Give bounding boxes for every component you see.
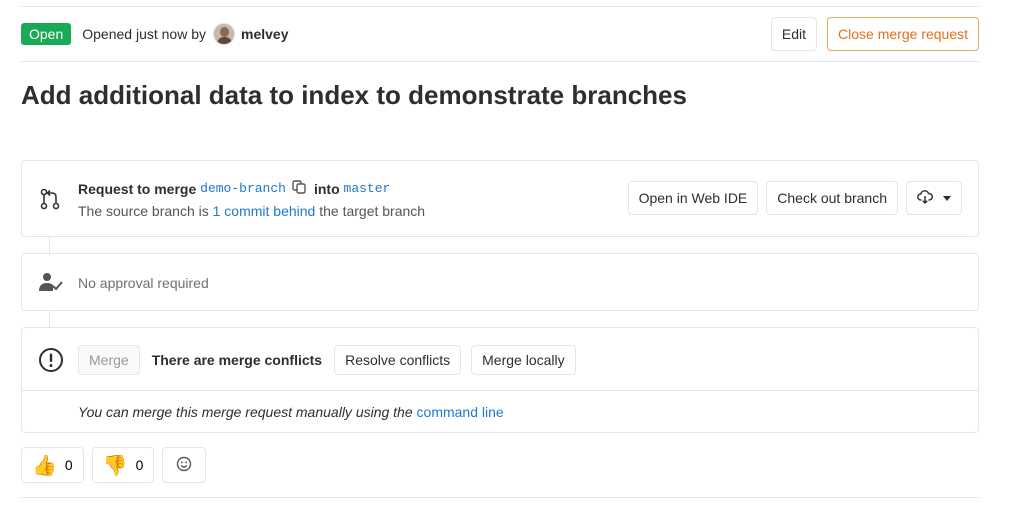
widget-connector xyxy=(49,311,50,327)
merge-locally-button[interactable]: Merge locally xyxy=(471,345,576,375)
source-status-suffix: the target branch xyxy=(319,203,426,219)
thumbs-down-award-button[interactable]: 👎 0 xyxy=(91,447,155,483)
user-check-icon xyxy=(39,272,63,295)
merge-info-actions: Open in Web IDE Check out branch xyxy=(627,181,962,215)
approval-text: No approval required xyxy=(78,275,209,291)
commits-behind-link[interactable]: 1 commit behind xyxy=(213,203,316,219)
page-title: Add additional data to index to demonstr… xyxy=(21,80,687,110)
merge-actions-row: Merge There are merge conflicts Resolve … xyxy=(78,345,576,375)
download-dropdown-button[interactable] xyxy=(906,181,962,215)
manual-merge-hint: You can merge this merge request manuall… xyxy=(78,404,504,420)
merge-info-widget: Request to merge demo-branch into master… xyxy=(21,160,979,237)
manual-merge-text: You can merge this merge request manuall… xyxy=(78,404,413,420)
approval-widget: No approval required xyxy=(21,253,979,311)
command-line-link[interactable]: command line xyxy=(417,404,504,420)
cloud-download-icon xyxy=(917,189,934,208)
widget-connector xyxy=(49,237,50,253)
warning-icon xyxy=(38,347,64,376)
thumbs-up-count: 0 xyxy=(64,457,73,473)
check-out-branch-button[interactable]: Check out branch xyxy=(766,181,898,215)
close-merge-request-button[interactable]: Close merge request xyxy=(827,17,979,51)
merge-conflict-text: There are merge conflicts xyxy=(151,352,323,368)
header-divider xyxy=(21,61,979,62)
bottom-divider xyxy=(21,497,979,498)
avatar[interactable] xyxy=(213,23,235,45)
request-to-merge-label: Request to merge xyxy=(78,180,197,197)
source-branch-link[interactable]: demo-branch xyxy=(200,181,286,196)
branch-status-line: The source branch is 1 commit behind the… xyxy=(78,203,425,219)
merge-branches-line: Request to merge demo-branch into master xyxy=(78,180,390,197)
status-badge: Open xyxy=(21,23,72,45)
header-actions: Edit Close merge request xyxy=(770,17,979,51)
merge-widget: Merge There are merge conflicts Resolve … xyxy=(21,327,979,433)
author-link[interactable]: melvey xyxy=(241,26,288,42)
mr-header: Open Opened just now by melvey Edit Clos… xyxy=(21,17,979,51)
thumbs-up-award-button[interactable]: 👍 0 xyxy=(21,447,84,483)
chevron-down-icon xyxy=(943,195,951,201)
top-divider xyxy=(21,6,979,7)
resolve-conflicts-button[interactable]: Resolve conflicts xyxy=(334,345,462,375)
award-emoji-bar: 👍 0 👎 0 xyxy=(21,447,207,483)
git-merge-icon xyxy=(40,188,60,213)
thumbs-down-count: 0 xyxy=(135,457,144,473)
into-label: into xyxy=(313,180,340,197)
open-web-ide-button[interactable]: Open in Web IDE xyxy=(627,181,759,215)
add-reaction-button[interactable] xyxy=(162,447,207,483)
target-branch-link[interactable]: master xyxy=(344,181,391,196)
copy-branch-icon[interactable] xyxy=(292,180,306,197)
thumbs-down-icon: 👎 xyxy=(102,453,128,477)
merge-button[interactable]: Merge xyxy=(78,345,140,375)
thumbs-up-icon: 👍 xyxy=(32,453,57,477)
source-status-prefix: The source branch is xyxy=(78,203,209,219)
smiley-icon xyxy=(176,456,192,475)
merge-widget-divider xyxy=(22,390,978,391)
edit-button[interactable]: Edit xyxy=(770,17,818,51)
opened-text: Opened just now by xyxy=(82,26,206,42)
